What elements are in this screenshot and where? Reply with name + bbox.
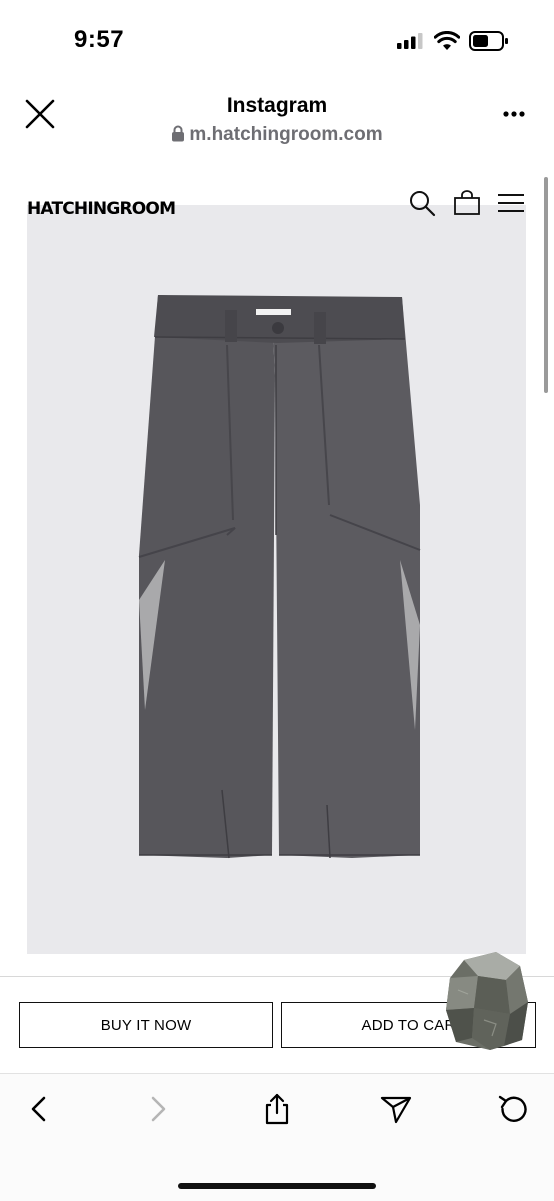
home-indicator (178, 1183, 376, 1189)
search-icon[interactable] (408, 189, 436, 217)
battery-icon (469, 31, 508, 51)
url-display[interactable]: m.hatchingroom.com (0, 124, 554, 146)
hamburger-menu-icon[interactable] (496, 190, 526, 216)
in-app-browser-header (0, 80, 554, 158)
pants-photo (138, 295, 421, 859)
buy-it-now-button[interactable]: BUY IT NOW (19, 1002, 273, 1048)
send-icon[interactable] (379, 1092, 413, 1126)
page-title: Instagram (226, 94, 328, 117)
chevron-right-icon[interactable] (141, 1092, 175, 1126)
scrollbar[interactable] (544, 177, 548, 393)
wifi-icon (434, 31, 460, 50)
url-text: m.hatchingroom.com (189, 124, 383, 145)
status-time: 9:57 (74, 26, 125, 53)
rock-sticker-image (446, 952, 528, 1050)
more-icon[interactable] (496, 100, 532, 128)
lock-icon (172, 125, 185, 142)
product-image[interactable] (27, 205, 526, 954)
chevron-left-icon[interactable] (22, 1092, 56, 1126)
cellular-signal-icon (397, 33, 423, 49)
shopping-bag-icon[interactable] (453, 190, 481, 216)
status-bar: 9:57 (0, 0, 554, 80)
reload-icon[interactable] (497, 1092, 531, 1126)
site-logo[interactable]: HATCHINGROOM (27, 199, 176, 219)
share-icon[interactable] (260, 1092, 294, 1126)
